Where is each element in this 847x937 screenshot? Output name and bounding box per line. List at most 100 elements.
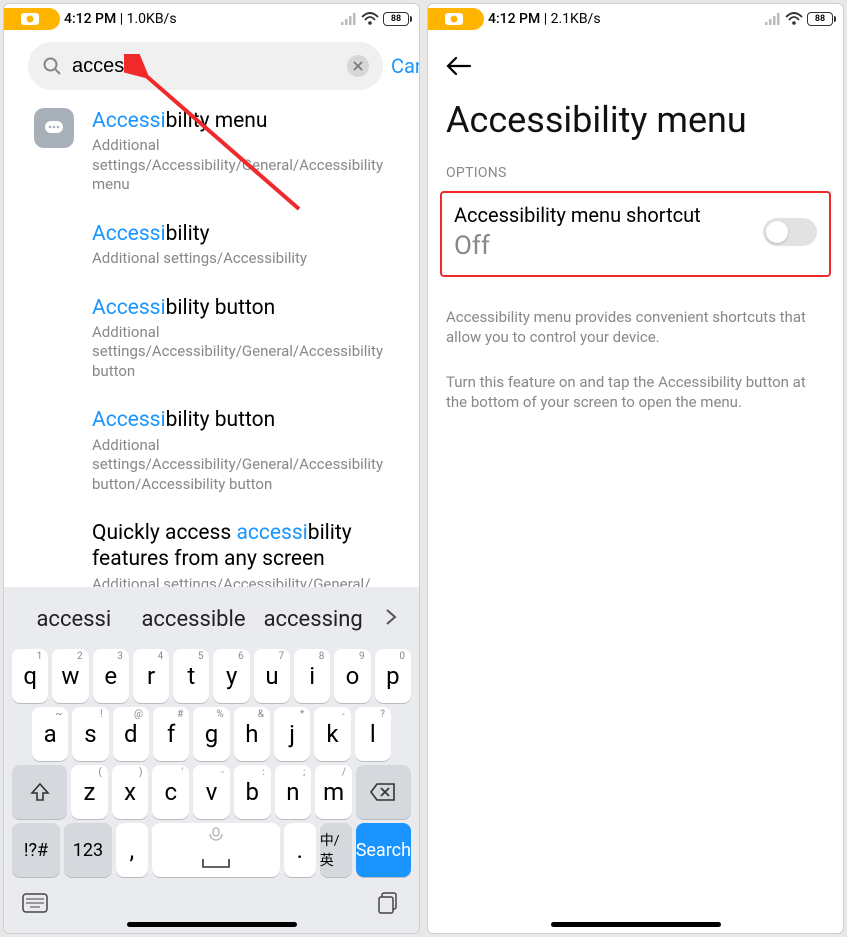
status-bar: 4:12 PM | 1.0KB/s 88: [4, 4, 419, 34]
key-l[interactable]: l?: [355, 707, 391, 761]
status-time: 4:12 PM: [488, 11, 540, 27]
result-title: Accessibility menu: [92, 108, 403, 134]
comma-key[interactable]: ,: [116, 823, 148, 877]
status-netspeed: 2.1KB/s: [551, 11, 601, 27]
suggestion-2[interactable]: accessible: [134, 607, 254, 632]
key-m[interactable]: m/: [315, 765, 352, 819]
result-title: Accessibility: [92, 221, 403, 247]
search-action-key[interactable]: Search: [356, 823, 411, 877]
close-icon: [353, 61, 363, 71]
search-result[interactable]: Accessibility menuAdditional settings/Ac…: [4, 98, 419, 205]
keyboard-settings-icon[interactable]: [22, 893, 48, 913]
key-w[interactable]: w2: [52, 649, 88, 703]
key-p[interactable]: p0: [375, 649, 411, 703]
key-y[interactable]: y6: [213, 649, 249, 703]
suggestions-more[interactable]: [373, 607, 409, 632]
battery-icon: 88: [383, 12, 409, 26]
key-b[interactable]: b:: [234, 765, 271, 819]
key-x[interactable]: x): [112, 765, 149, 819]
key-v[interactable]: v-: [193, 765, 230, 819]
key-d[interactable]: d@: [113, 707, 149, 761]
wifi-icon: [361, 12, 379, 26]
camera-icon: [20, 12, 44, 26]
search-field[interactable]: [28, 42, 383, 90]
key-n[interactable]: n;: [275, 765, 312, 819]
signal-icon: [765, 12, 781, 26]
keyboard-footer: [8, 879, 415, 927]
result-path: Additional settings/Accessibility/Genera…: [92, 136, 403, 195]
backspace-key[interactable]: [356, 765, 411, 819]
key-o[interactable]: o9: [334, 649, 370, 703]
keyboard-suggestions: accessi accessible accessing: [8, 591, 415, 647]
keyboard: accessi accessible accessing q1w2e3r4t5y…: [4, 587, 419, 933]
shift-key[interactable]: [12, 765, 67, 819]
status-bar: 4:12 PM | 2.1KB/s 88: [428, 4, 843, 34]
section-label-options: OPTIONS: [428, 165, 843, 191]
setting-accessibility-shortcut[interactable]: Accessibility menu shortcut Off: [440, 191, 831, 277]
search-result[interactable]: AccessibilityAdditional settings/Accessi…: [4, 211, 419, 279]
signal-icon: [341, 12, 357, 26]
space-key[interactable]: [152, 823, 280, 877]
key-s[interactable]: s!: [72, 707, 108, 761]
chevron-right-icon: [385, 608, 397, 626]
status-time: 4:12 PM: [64, 11, 116, 27]
key-a[interactable]: a~: [32, 707, 68, 761]
setting-title: Accessibility menu shortcut: [454, 203, 763, 227]
camera-icon: [444, 12, 468, 26]
cancel-button[interactable]: Cancel: [391, 54, 420, 78]
period-key[interactable]: .: [284, 823, 316, 877]
home-indicator[interactable]: [127, 922, 297, 927]
toggle-accessibility-shortcut[interactable]: [763, 218, 817, 246]
result-path: Additional settings/Accessibility/Genera…: [92, 323, 403, 382]
status-icons: 88: [341, 12, 409, 26]
result-title: Quickly access accessibility features fr…: [92, 520, 403, 573]
key-c[interactable]: c': [152, 765, 189, 819]
header: [428, 34, 843, 99]
suggestion-3[interactable]: accessing: [253, 607, 373, 632]
key-e[interactable]: e3: [93, 649, 129, 703]
sms-app-icon: [34, 108, 74, 148]
battery-icon: 88: [807, 12, 833, 26]
back-button[interactable]: [446, 50, 476, 83]
home-indicator[interactable]: [551, 922, 721, 927]
numbers-key[interactable]: 123: [64, 823, 112, 877]
right-screen-accessibility-menu: 4:12 PM | 2.1KB/s 88 Accessibility: [427, 3, 844, 934]
key-k[interactable]: k-: [314, 707, 350, 761]
suggestion-1[interactable]: accessi: [14, 607, 134, 632]
help-text-2: Turn this feature on and tap the Accessi…: [428, 372, 843, 413]
key-i[interactable]: i8: [294, 649, 330, 703]
left-screen-search: 4:12 PM | 1.0KB/s 88: [3, 3, 420, 934]
result-path: Additional settings/Accessibility: [92, 249, 403, 269]
result-title: Accessibility button: [92, 295, 403, 321]
arrow-left-icon: [446, 56, 472, 76]
search-result[interactable]: Quickly access accessibility features fr…: [4, 510, 419, 587]
search-result[interactable]: Accessibility buttonAdditional settings/…: [4, 397, 419, 504]
search-result[interactable]: Accessibility buttonAdditional settings/…: [4, 285, 419, 392]
key-j[interactable]: j*: [274, 707, 310, 761]
page-title: Accessibility menu: [428, 99, 843, 165]
search-results: Accessibility menuAdditional settings/Ac…: [4, 98, 419, 587]
key-g[interactable]: g%: [193, 707, 229, 761]
status-icons: 88: [765, 12, 833, 26]
search-input[interactable]: [72, 55, 337, 78]
shift-icon: [29, 781, 51, 803]
camera-indicator-pill: [4, 8, 60, 30]
key-z[interactable]: z(: [71, 765, 108, 819]
language-key[interactable]: 中/英: [320, 823, 352, 877]
key-t[interactable]: t5: [173, 649, 209, 703]
result-title: Accessibility button: [92, 407, 403, 433]
wifi-icon: [785, 12, 803, 26]
backspace-icon: [370, 782, 396, 802]
key-h[interactable]: h&: [234, 707, 270, 761]
key-u[interactable]: u7: [254, 649, 290, 703]
mic-icon: [205, 827, 227, 841]
clipboard-icon[interactable]: [377, 892, 401, 914]
symbols-key[interactable]: !?#: [12, 823, 60, 877]
setting-state: Off: [454, 231, 763, 261]
key-f[interactable]: f#: [153, 707, 189, 761]
key-r[interactable]: r4: [133, 649, 169, 703]
search-header: Cancel: [4, 34, 419, 98]
clear-search-button[interactable]: [347, 55, 369, 77]
result-path: Additional settings/Accessibility/Genera…: [92, 575, 403, 588]
key-q[interactable]: q1: [12, 649, 48, 703]
